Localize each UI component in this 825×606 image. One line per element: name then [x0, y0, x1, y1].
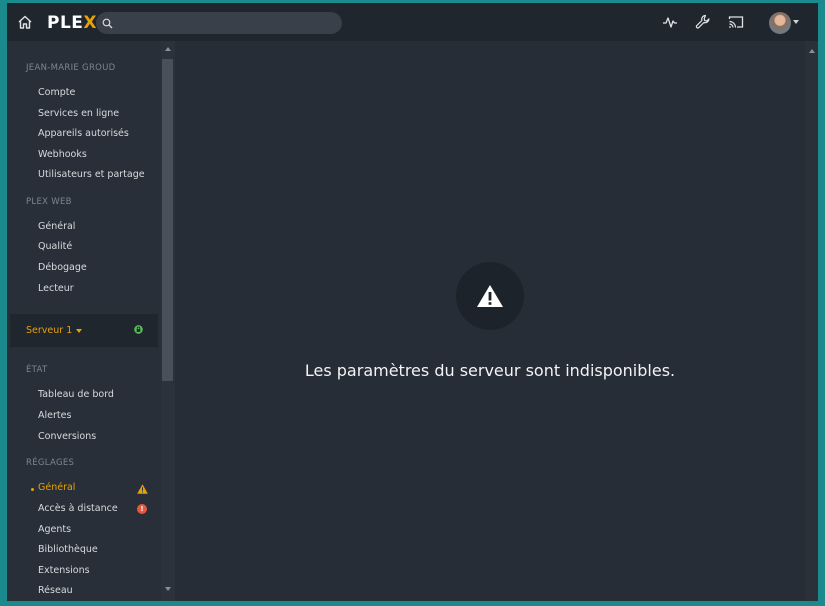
top-bar: PLEX — [7, 3, 818, 41]
sidebar-item-debogage[interactable]: Débogage — [38, 262, 87, 273]
search-input[interactable] — [120, 13, 342, 33]
server-unavailable-message: Les paramètres du serveur sont indisponi… — [304, 361, 676, 380]
sidebar-item-compte[interactable]: Compte — [38, 87, 75, 98]
sidebar-item-appareils-autorises[interactable]: Appareils autorisés — [38, 128, 129, 139]
scroll-up-icon[interactable] — [809, 49, 815, 53]
active-indicator — [31, 488, 34, 491]
settings-section-header: RÉGLAGES — [26, 458, 75, 468]
sidebar-item-reseau[interactable]: Réseau — [38, 585, 73, 596]
sidebar-item-webhooks[interactable]: Webhooks — [38, 149, 87, 160]
logo-main: PLE — [47, 13, 84, 33]
sidebar-item-conversions[interactable]: Conversions — [38, 431, 96, 442]
sidebar-item-tableau-de-bord[interactable]: Tableau de bord — [38, 389, 114, 400]
sidebar-item-web-general[interactable]: Général — [38, 221, 75, 232]
server-name: Serveur 1 — [26, 325, 73, 336]
sidebar-item-bibliotheque[interactable]: Bibliothèque — [38, 544, 98, 555]
warning-icon — [137, 484, 148, 494]
scroll-down-icon[interactable] — [165, 587, 171, 591]
sidebar-item-agents[interactable]: Agents — [38, 524, 71, 535]
alert-badge — [456, 262, 524, 330]
warning-triangle-icon — [477, 285, 503, 307]
wrench-icon — [695, 14, 710, 29]
chevron-down-icon[interactable] — [793, 20, 799, 24]
settings-button[interactable] — [694, 13, 712, 31]
search-icon — [102, 17, 114, 29]
plex-logo[interactable]: PLEX — [47, 13, 97, 33]
chevron-down-icon — [76, 328, 83, 333]
web-section-header: PLEX WEB — [26, 197, 72, 207]
home-button[interactable] — [15, 12, 35, 32]
activity-button[interactable] — [661, 13, 679, 31]
sidebar-item-qualite[interactable]: Qualité — [38, 241, 72, 252]
sidebar-item-utilisateurs-et-partage[interactable]: Utilisateurs et partage — [38, 169, 145, 180]
activity-icon — [663, 17, 677, 28]
sidebar-item-extensions[interactable]: Extensions — [38, 565, 90, 576]
server-selector[interactable]: Serveur 1 — [10, 314, 158, 347]
lock-icon — [134, 325, 143, 334]
search-bar[interactable] — [96, 12, 342, 34]
sidebar-item-acces-a-distance[interactable]: Accès à distance — [38, 503, 118, 514]
app-window: PLEX JEAN-MARIE GROUD Compte Services en… — [7, 3, 818, 601]
sidebar-scrollbar-thumb[interactable] — [162, 59, 173, 381]
sidebar-item-alertes[interactable]: Alertes — [38, 410, 71, 421]
user-avatar[interactable] — [769, 12, 791, 34]
sidebar-item-reglages-general[interactable]: Général — [38, 482, 75, 493]
sidebar-item-lecteur[interactable]: Lecteur — [38, 283, 74, 294]
scroll-up-icon[interactable] — [165, 47, 171, 51]
cast-icon — [728, 16, 744, 28]
account-section-header: JEAN-MARIE GROUD — [26, 63, 116, 73]
server-dropdown[interactable]: Serveur 1 — [26, 325, 83, 336]
error-icon: ! — [137, 504, 147, 514]
logo-accent: X — [83, 13, 98, 33]
state-section-header: ÉTAT — [26, 365, 48, 375]
sidebar-item-services-en-ligne[interactable]: Services en ligne — [38, 108, 119, 119]
cast-button[interactable] — [727, 13, 745, 31]
main-scrollbar[interactable] — [805, 41, 818, 601]
home-icon — [18, 15, 32, 29]
